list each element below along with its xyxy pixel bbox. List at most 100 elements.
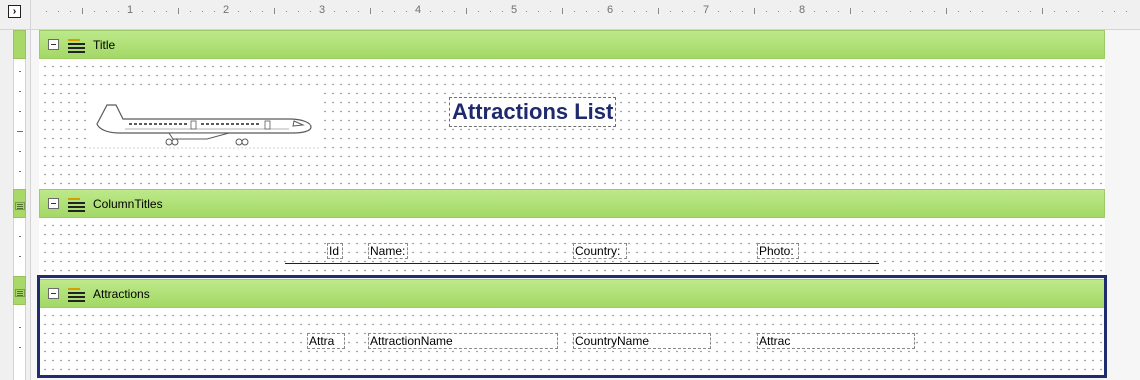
- report-title-field[interactable]: Attractions List: [449, 97, 617, 127]
- ruler-tick: [934, 11, 935, 12]
- ruler-tick: [742, 11, 743, 12]
- ruler-tick: [262, 11, 263, 12]
- ruler-tick: [922, 11, 923, 12]
- ruler-tick: [850, 8, 851, 14]
- ruler-tick: [1030, 11, 1031, 12]
- ruler-tick: [118, 11, 119, 12]
- ruler-tick: [190, 11, 191, 12]
- ruler-tick: [646, 11, 647, 12]
- ruler-tick: [286, 11, 287, 12]
- ruler-tick: [694, 11, 695, 12]
- ruler-tick: [778, 11, 779, 12]
- ruler-tick: [166, 11, 167, 12]
- band-header-attractions[interactable]: Attractions: [39, 279, 1105, 308]
- ruler-tick: [550, 11, 551, 12]
- ruler-tick: [910, 11, 911, 12]
- ruler-tick: [754, 8, 755, 14]
- ruler-tick: [454, 11, 455, 12]
- collapse-toggle-icon[interactable]: [48, 288, 59, 299]
- ruler-tick: [622, 11, 623, 12]
- ruler-tick: [538, 11, 539, 12]
- band-area-title[interactable]: Attractions List: [39, 59, 1105, 189]
- vruler-attractions-area: [13, 305, 26, 380]
- column-header-country[interactable]: Country:: [573, 243, 627, 259]
- ruler-tick: [730, 11, 731, 12]
- ruler-tick: [466, 8, 467, 14]
- ruler-tick: [574, 11, 575, 12]
- ruler-tick: [670, 11, 671, 12]
- ruler-tick: [274, 8, 275, 14]
- ruler-tick: [46, 11, 47, 12]
- ruler-number: 6: [606, 4, 614, 16]
- band-label-attractions: Attractions: [93, 286, 150, 301]
- report-design-surface: Title Attractions List ColumnTitles Id N…: [31, 30, 1140, 380]
- ruler-tick: [178, 8, 179, 14]
- column-header-name[interactable]: Name:: [368, 243, 408, 259]
- vruler-title-area: [13, 59, 26, 189]
- ruler-tick: [358, 11, 359, 12]
- ruler-tick: [394, 11, 395, 12]
- ruler-tick: [478, 11, 479, 12]
- column-header-id[interactable]: Id: [327, 243, 343, 259]
- ruler-number: 2: [222, 4, 230, 16]
- ruler-tick: [106, 11, 107, 12]
- ruler-tick: [1006, 11, 1007, 12]
- collapse-toggle-icon[interactable]: [48, 198, 59, 209]
- ruler-tick: [1114, 11, 1115, 12]
- ruler-tick: [886, 11, 887, 12]
- band-header-column-titles[interactable]: ColumnTitles: [39, 189, 1105, 218]
- vruler-column-titles-area: [13, 218, 26, 276]
- field-attraction-name[interactable]: AttractionName: [368, 333, 558, 349]
- ruler-tick: [946, 8, 947, 14]
- collapse-toggle-icon[interactable]: [48, 39, 59, 50]
- vruler-column-titles-band[interactable]: [13, 189, 26, 218]
- ruler-number: 8: [798, 4, 806, 16]
- vruler-attractions-band[interactable]: [13, 276, 26, 305]
- ruler-corner: ›: [0, 0, 31, 30]
- ruler-tick: [346, 11, 347, 12]
- ruler-tick: [562, 8, 563, 14]
- ruler-tick: [382, 11, 383, 12]
- ruler-toggle-button[interactable]: ›: [8, 5, 21, 18]
- band-label-title: Title: [93, 37, 116, 52]
- ruler-tick: [586, 11, 587, 12]
- ruler-tick: [94, 11, 95, 12]
- ruler-tick: [826, 11, 827, 12]
- ruler-tick: [838, 11, 839, 12]
- ruler-tick: [874, 11, 875, 12]
- column-header-photo[interactable]: Photo:: [757, 243, 799, 259]
- ruler-tick: [58, 11, 59, 12]
- airplane-icon[interactable]: [89, 91, 319, 149]
- ruler-number: 4: [414, 4, 422, 16]
- ruler-tick: [502, 11, 503, 12]
- band-lines-icon: [68, 38, 85, 53]
- ruler-tick: [154, 11, 155, 12]
- band-lines-icon: [68, 287, 85, 302]
- ruler-tick: [70, 11, 71, 12]
- ruler-tick: [82, 8, 83, 14]
- header-underline: [285, 263, 879, 264]
- band-label-column-titles: ColumnTitles: [93, 196, 163, 211]
- ruler-tick: [1102, 11, 1103, 12]
- band-area-column-titles[interactable]: Id Name: Country: Photo:: [39, 218, 1105, 276]
- field-country-name[interactable]: CountryName: [573, 333, 711, 349]
- band-header-title[interactable]: Title: [39, 30, 1105, 59]
- ruler-tick: [370, 8, 371, 14]
- ruler-tick: [682, 11, 683, 12]
- ruler-number: 1: [126, 4, 134, 16]
- ruler-number: 3: [318, 4, 326, 16]
- field-attraction-id[interactable]: Attra: [307, 333, 345, 349]
- ruler-tick: [142, 11, 143, 12]
- ruler-tick: [982, 11, 983, 12]
- ruler-tick: [406, 11, 407, 12]
- ruler-number: 5: [510, 4, 518, 16]
- ruler-tick: [718, 11, 719, 12]
- ruler-tick: [238, 11, 239, 12]
- ruler-tick: [1054, 11, 1055, 12]
- ruler-tick: [1078, 11, 1079, 12]
- ruler-tick: [1018, 11, 1019, 12]
- field-attraction-photo[interactable]: Attrac: [757, 333, 915, 349]
- vruler-title-band[interactable]: [13, 30, 26, 59]
- band-area-attractions[interactable]: Attra AttractionName CountryName Attrac: [39, 308, 1105, 375]
- ruler-tick: [250, 11, 251, 12]
